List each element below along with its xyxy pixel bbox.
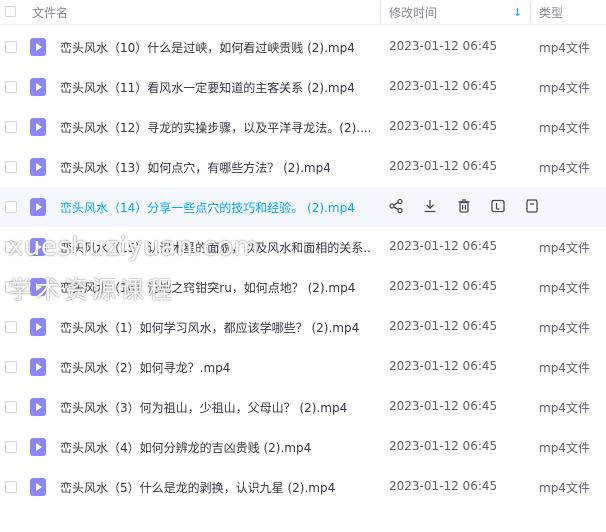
select-all-checkbox[interactable] (5, 6, 16, 17)
file-type: mp4文件 (539, 81, 590, 95)
row-checkbox[interactable] (5, 161, 17, 173)
column-modified-header[interactable]: 修改时间 (389, 4, 437, 21)
file-list-header: 文件名 修改时间 ↓ 类型 (0, 0, 606, 25)
video-file-icon (30, 478, 46, 496)
file-type: mp4文件 (539, 481, 590, 495)
row-checkbox[interactable] (5, 121, 17, 133)
file-modified-time: 2023-01-12 06:45 (389, 479, 498, 493)
file-name[interactable]: 峦头风水（14）分享一些点穴的技巧和经验。 (2).mp4 (60, 199, 370, 216)
file-modified-time: 2023-01-12 06:45 (389, 279, 498, 293)
file-modified-time: 2023-01-12 06:45 (389, 239, 498, 253)
file-row[interactable]: 峦头风水（13）如何点穴，有哪些方法？ (2).mp4 2023-01-12 0… (0, 147, 606, 187)
file-row-hovered[interactable]: 峦头风水（14）分享一些点穴的技巧和经验。 (2).mp4 (0, 187, 606, 227)
file-row[interactable]: 峦头风水（3）何为祖山，少祖山，父母山？ (2).mp4 2023-01-12 … (0, 387, 606, 427)
rename-icon[interactable] (490, 198, 508, 216)
file-name[interactable]: 峦头风水（3）何为祖山，少祖山，父母山？ (2).mp4 (60, 399, 370, 416)
file-modified-time: 2023-01-12 06:45 (389, 399, 498, 413)
file-name[interactable]: 峦头风水（2）如何寻龙？.mp4 (60, 359, 370, 376)
row-checkbox[interactable] (5, 481, 17, 493)
column-type-header[interactable]: 类型 (539, 4, 563, 21)
video-file-icon (30, 118, 46, 136)
file-modified-time: 2023-01-12 06:45 (389, 39, 498, 53)
video-file-icon (30, 318, 46, 336)
file-name[interactable]: 峦头风水（5）什么是龙的剥换，认识九星 (2).mp4 (60, 479, 370, 496)
row-checkbox[interactable] (5, 361, 17, 373)
sort-desc-icon[interactable]: ↓ (513, 6, 522, 19)
row-checkbox[interactable] (5, 201, 17, 213)
video-file-icon (30, 38, 46, 56)
share-icon[interactable] (388, 198, 406, 216)
file-type: mp4文件 (539, 281, 590, 295)
file-row[interactable]: 峦头风水（2）如何寻龙？.mp4 2023-01-12 06:45 mp4文件 (0, 347, 606, 387)
row-checkbox[interactable] (5, 41, 17, 53)
file-type: mp4文件 (539, 241, 590, 255)
watermark-url: xueshuziyuan.com (8, 232, 260, 262)
file-name[interactable]: 峦头风水（1）如何学习风水，都应该学哪些？ (2).mp4 (60, 319, 370, 336)
file-type: mp4文件 (539, 361, 590, 375)
column-name-header[interactable]: 文件名 (32, 4, 68, 21)
file-modified-time: 2023-01-12 06:45 (389, 319, 498, 333)
column-divider (530, 3, 531, 21)
file-name[interactable]: 峦头风水（11）看风水一定要知道的主客关系 (2).mp4 (60, 79, 370, 96)
file-name[interactable]: 峦头风水（10）什么是过峡，如何看过峡贵贱 (2).mp4 (60, 39, 370, 56)
video-file-icon (30, 198, 46, 216)
file-row[interactable]: 峦头风水（10）什么是过峡，如何看过峡贵贱 (2).mp4 2023-01-12… (0, 27, 606, 67)
row-checkbox[interactable] (5, 401, 17, 413)
file-type: mp4文件 (539, 41, 590, 55)
video-file-icon (30, 78, 46, 96)
row-checkbox[interactable] (5, 81, 17, 93)
file-type: mp4文件 (539, 161, 590, 175)
watermark-text: 学术资源课程 (8, 276, 176, 304)
file-modified-time: 2023-01-12 06:45 (389, 439, 498, 453)
download-icon[interactable] (422, 198, 440, 216)
file-modified-time: 2023-01-12 06:45 (389, 159, 498, 173)
row-actions (388, 198, 548, 216)
video-file-icon (30, 398, 46, 416)
file-type: mp4文件 (539, 121, 590, 135)
video-file-icon (30, 158, 46, 176)
row-checkbox[interactable] (5, 441, 17, 453)
delete-icon[interactable] (456, 198, 474, 216)
file-name[interactable]: 峦头风水（4）如何分辨龙的吉凶贵贱 (2).mp4 (60, 439, 370, 456)
file-name[interactable]: 峦头风水（12）寻龙的实操步骤，以及平洋寻龙法。(2).... (60, 119, 370, 136)
file-row[interactable]: 峦头风水（1）如何学习风水，都应该学哪些？ (2).mp4 2023-01-12… (0, 307, 606, 347)
video-file-icon (30, 358, 46, 376)
file-row[interactable]: 峦头风水（12）寻龙的实操步骤，以及平洋寻龙法。(2).... 2023-01-… (0, 107, 606, 147)
more-icon[interactable] (524, 198, 542, 216)
file-modified-time: 2023-01-12 06:45 (389, 79, 498, 93)
file-row[interactable]: 峦头风水（4）如何分辨龙的吉凶贵贱 (2).mp4 2023-01-12 06:… (0, 427, 606, 467)
file-row[interactable]: 峦头风水（11）看风水一定要知道的主客关系 (2).mp4 2023-01-12… (0, 67, 606, 107)
column-divider (380, 3, 381, 21)
file-type: mp4文件 (539, 441, 590, 455)
file-name[interactable]: 峦头风水（13）如何点穴，有哪些方法？ (2).mp4 (60, 159, 370, 176)
video-file-icon (30, 438, 46, 456)
file-type: mp4文件 (539, 321, 590, 335)
row-checkbox[interactable] (5, 321, 17, 333)
file-modified-time: 2023-01-12 06:45 (389, 119, 498, 133)
file-modified-time: 2023-01-12 06:45 (389, 359, 498, 373)
file-type: mp4文件 (539, 401, 590, 415)
file-row[interactable]: 峦头风水（5）什么是龙的剥换，认识九星 (2).mp4 2023-01-12 0… (0, 467, 606, 507)
